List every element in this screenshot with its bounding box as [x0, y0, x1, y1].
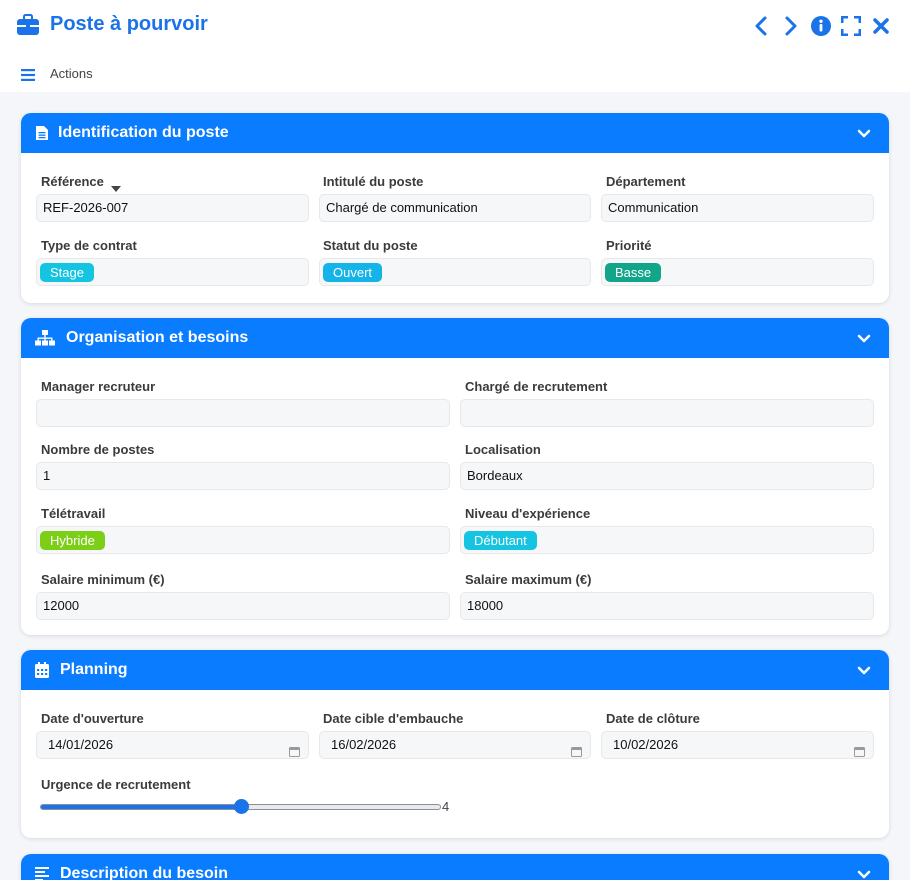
section-header[interactable]: Description du besoin [21, 854, 889, 880]
section-description: Description du besoin [21, 854, 889, 880]
contrat-field[interactable]: Stage [36, 258, 309, 286]
section-header[interactable]: Organisation et besoins [21, 318, 889, 358]
title-bar: Poste à pourvoir [0, 0, 910, 52]
teletravail-badge: Hybride [40, 531, 105, 550]
chevron-down-icon[interactable] [857, 867, 871, 880]
next-button[interactable] [780, 14, 802, 38]
charge-field[interactable] [460, 399, 874, 427]
embauche-date-field[interactable]: 16/02/2026 [319, 731, 591, 759]
reference-label: Référence [41, 174, 104, 189]
actions-menu[interactable]: Actions [50, 66, 93, 81]
statut-field[interactable]: Ouvert [319, 258, 591, 286]
priorite-badge: Basse [605, 263, 662, 282]
reference-field[interactable]: REF-2026-007 [36, 194, 309, 222]
chevron-left-icon [755, 16, 767, 36]
calendar-picker-icon[interactable] [854, 740, 865, 766]
section-identification: Identification du poste Référence REF-20… [21, 113, 889, 303]
chevron-down-icon[interactable] [857, 663, 871, 681]
ouverture-date-value: 14/01/2026 [48, 737, 114, 752]
briefcase-icon [16, 14, 40, 36]
teletravail-label: Télétravail [41, 506, 106, 521]
document-icon [35, 125, 51, 141]
urgence-value: 4 [442, 799, 450, 814]
statut-label: Statut du poste [323, 238, 418, 253]
close-icon [873, 18, 889, 34]
manager-field[interactable] [36, 399, 450, 427]
intitule-label: Intitulé du poste [323, 174, 424, 189]
embauche-label: Date cible d'embauche [323, 711, 464, 726]
ouverture-label: Date d'ouverture [41, 711, 144, 726]
calendar-icon [35, 662, 51, 678]
salaire-min-field[interactable]: 12000 [36, 592, 450, 620]
salaire-min-label: Salaire minimum (€) [41, 572, 165, 587]
ouverture-date-field[interactable]: 14/01/2026 [36, 731, 309, 759]
priorite-field[interactable]: Basse [601, 258, 874, 286]
niveau-field[interactable]: Débutant [460, 526, 874, 554]
salaire-max-field[interactable]: 18000 [460, 592, 874, 620]
urgence-slider[interactable] [40, 799, 441, 814]
cloture-label: Date de clôture [606, 711, 700, 726]
calendar-picker-icon[interactable] [571, 740, 582, 766]
section-organisation: Organisation et besoins Manager recruteu… [21, 318, 889, 635]
statut-badge: Ouvert [323, 263, 383, 282]
previous-button[interactable] [750, 14, 772, 38]
chevron-down-icon[interactable] [857, 126, 871, 144]
section-title: Organisation et besoins [66, 329, 249, 346]
hamburger-menu-icon[interactable] [21, 68, 35, 86]
section-planning: Planning Date d'ouverture 14/01/2026 Dat… [21, 650, 889, 838]
nombre-field[interactable]: 1 [36, 462, 450, 490]
charge-label: Chargé de recrutement [465, 379, 608, 394]
chevron-right-icon [785, 16, 797, 36]
departement-field[interactable]: Communication [601, 194, 874, 222]
manager-label: Manager recruteur [41, 379, 156, 394]
contrat-label: Type de contrat [41, 238, 137, 253]
close-button[interactable] [870, 14, 892, 38]
info-button[interactable] [810, 14, 832, 38]
expand-icon [841, 16, 861, 36]
salaire-max-label: Salaire maximum (€) [465, 572, 592, 587]
localisation-label: Localisation [465, 442, 541, 457]
job-window: Poste à pourvoir Actions Identification … [0, 0, 910, 880]
title-actions [750, 14, 892, 38]
embauche-date-value: 16/02/2026 [331, 737, 397, 752]
section-header[interactable]: Planning [21, 650, 889, 690]
info-icon [811, 16, 831, 36]
contrat-badge: Stage [40, 263, 94, 282]
cloture-date-field[interactable]: 10/02/2026 [601, 731, 874, 759]
niveau-badge: Débutant [464, 531, 537, 550]
teletravail-field[interactable]: Hybride [36, 526, 450, 554]
priorite-label: Priorité [606, 238, 652, 253]
section-title: Planning [60, 661, 128, 678]
nombre-label: Nombre de postes [41, 442, 155, 457]
section-title: Description du besoin [60, 865, 229, 880]
slider-fill [41, 805, 241, 809]
intitule-field[interactable]: Chargé de communication [319, 194, 591, 222]
niveau-label: Niveau d'expérience [465, 506, 591, 521]
section-title: Identification du poste [58, 124, 229, 141]
calendar-picker-icon[interactable] [289, 740, 300, 766]
departement-label: Département [606, 174, 686, 189]
fullscreen-button[interactable] [840, 14, 862, 38]
org-chart-icon [35, 330, 55, 346]
chevron-down-icon[interactable] [857, 331, 871, 349]
actions-bar [0, 52, 910, 92]
urgence-label: Urgence de recrutement [41, 777, 191, 792]
align-left-icon [35, 866, 51, 880]
window-title: Poste à pourvoir [50, 13, 208, 35]
localisation-field[interactable]: Bordeaux [460, 462, 874, 490]
section-header[interactable]: Identification du poste [21, 113, 889, 153]
cloture-date-value: 10/02/2026 [613, 737, 679, 752]
slider-thumb[interactable] [233, 799, 249, 814]
